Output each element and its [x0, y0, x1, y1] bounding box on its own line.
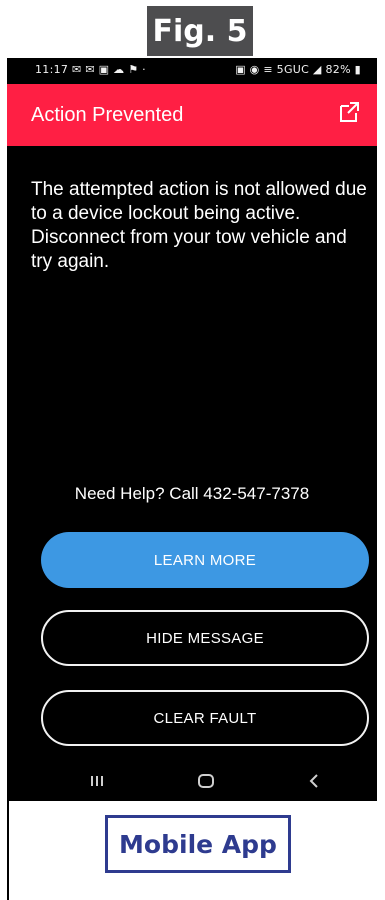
status-bar: 11:17 ✉ ✉ ▣ ☁ ⚑ · ▣ ◉ ≡ 5GUC ◢ 82% ▮ [7, 58, 377, 84]
figure-label: Fig. 5 [147, 6, 253, 56]
clear-fault-button[interactable]: CLEAR FAULT [41, 690, 369, 746]
learn-more-button[interactable]: LEARN MORE [41, 532, 369, 588]
app-bar: Action Prevented [7, 84, 377, 146]
page-title: Action Prevented [31, 104, 184, 126]
status-right-icons: ▣ ◉ ≡ 5GUC ◢ 82% ▮ [235, 63, 361, 76]
lockout-message: The attempted action is not allowed due … [31, 179, 367, 272]
figure-caption: Mobile App [105, 815, 291, 873]
system-nav-bar [7, 764, 377, 801]
hide-message-button[interactable]: HIDE MESSAGE [41, 610, 369, 666]
help-phone-text: Need Help? Call 432-547-7378 [74, 484, 310, 503]
notification-icons: ✉ ✉ ▣ ☁ ⚑ · [72, 63, 146, 76]
home-icon[interactable] [197, 772, 215, 790]
back-icon[interactable] [307, 772, 323, 790]
phone-screen: 11:17 ✉ ✉ ▣ ☁ ⚑ · ▣ ◉ ≡ 5GUC ◢ 82% ▮ Act… [7, 58, 377, 801]
clock: 11:17 [35, 63, 69, 76]
status-time: 11:17 ✉ ✉ ▣ ☁ ⚑ · [35, 63, 146, 76]
external-link-icon[interactable] [337, 100, 361, 124]
recent-apps-icon[interactable] [89, 772, 105, 790]
frame-line [7, 801, 9, 900]
